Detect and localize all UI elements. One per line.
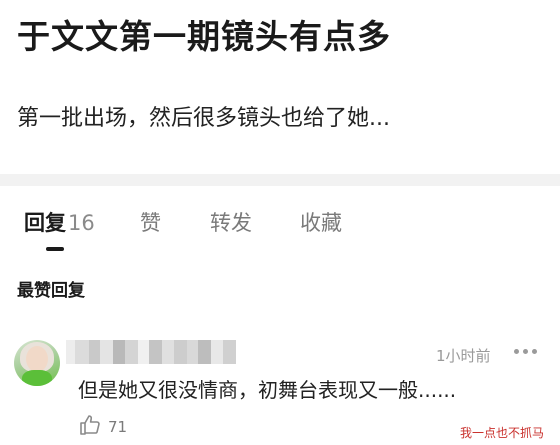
avatar[interactable] — [14, 340, 60, 386]
comment-time: 1小时前 — [436, 347, 491, 365]
tab-reposts[interactable]: 转发 — [210, 207, 252, 237]
mosaic-block — [198, 340, 212, 364]
like-button[interactable]: 71 — [78, 414, 127, 440]
mosaic-block — [186, 340, 199, 364]
tab-likes[interactable]: 赞 — [140, 207, 161, 237]
comment-text: 但是她又很没情商，初舞台表现又一般...... — [78, 378, 457, 402]
mosaic-block — [137, 340, 150, 364]
more-dots-icon[interactable] — [514, 344, 538, 358]
mosaic-block — [222, 340, 236, 364]
post-body: 第一批出场，然后很多镜头也给了她... — [17, 106, 390, 131]
mosaic-block — [113, 340, 125, 364]
active-tab-indicator — [46, 247, 64, 251]
mosaic-block — [66, 340, 76, 364]
mosaic-block — [99, 340, 114, 364]
tab-replies-label: 回复 — [24, 211, 66, 235]
mosaic-block — [124, 340, 138, 364]
mosaic-block — [88, 340, 100, 364]
mosaic-block — [75, 340, 89, 364]
top-replies-label: 最赞回复 — [17, 281, 85, 301]
tab-favorites[interactable]: 收藏 — [300, 207, 342, 237]
watermark: 我一点也不抓马 — [460, 426, 545, 440]
tab-replies[interactable]: 回复16 — [24, 207, 95, 237]
mosaic-block — [149, 340, 163, 364]
mosaic-block — [173, 340, 187, 364]
like-count: 71 — [108, 418, 128, 436]
section-divider — [0, 174, 560, 186]
post-title: 于文文第一期镜头有点多 — [17, 17, 391, 56]
tab-bar: 回复16 赞 转发 收藏 — [0, 186, 560, 254]
tab-replies-count: 16 — [68, 211, 95, 235]
thumbs-up-icon — [78, 413, 102, 441]
avatar-dress — [22, 370, 52, 386]
mosaic-block — [162, 340, 174, 364]
username-redacted[interactable] — [66, 340, 236, 364]
mosaic-block — [211, 340, 223, 364]
avatar-face — [26, 346, 48, 372]
